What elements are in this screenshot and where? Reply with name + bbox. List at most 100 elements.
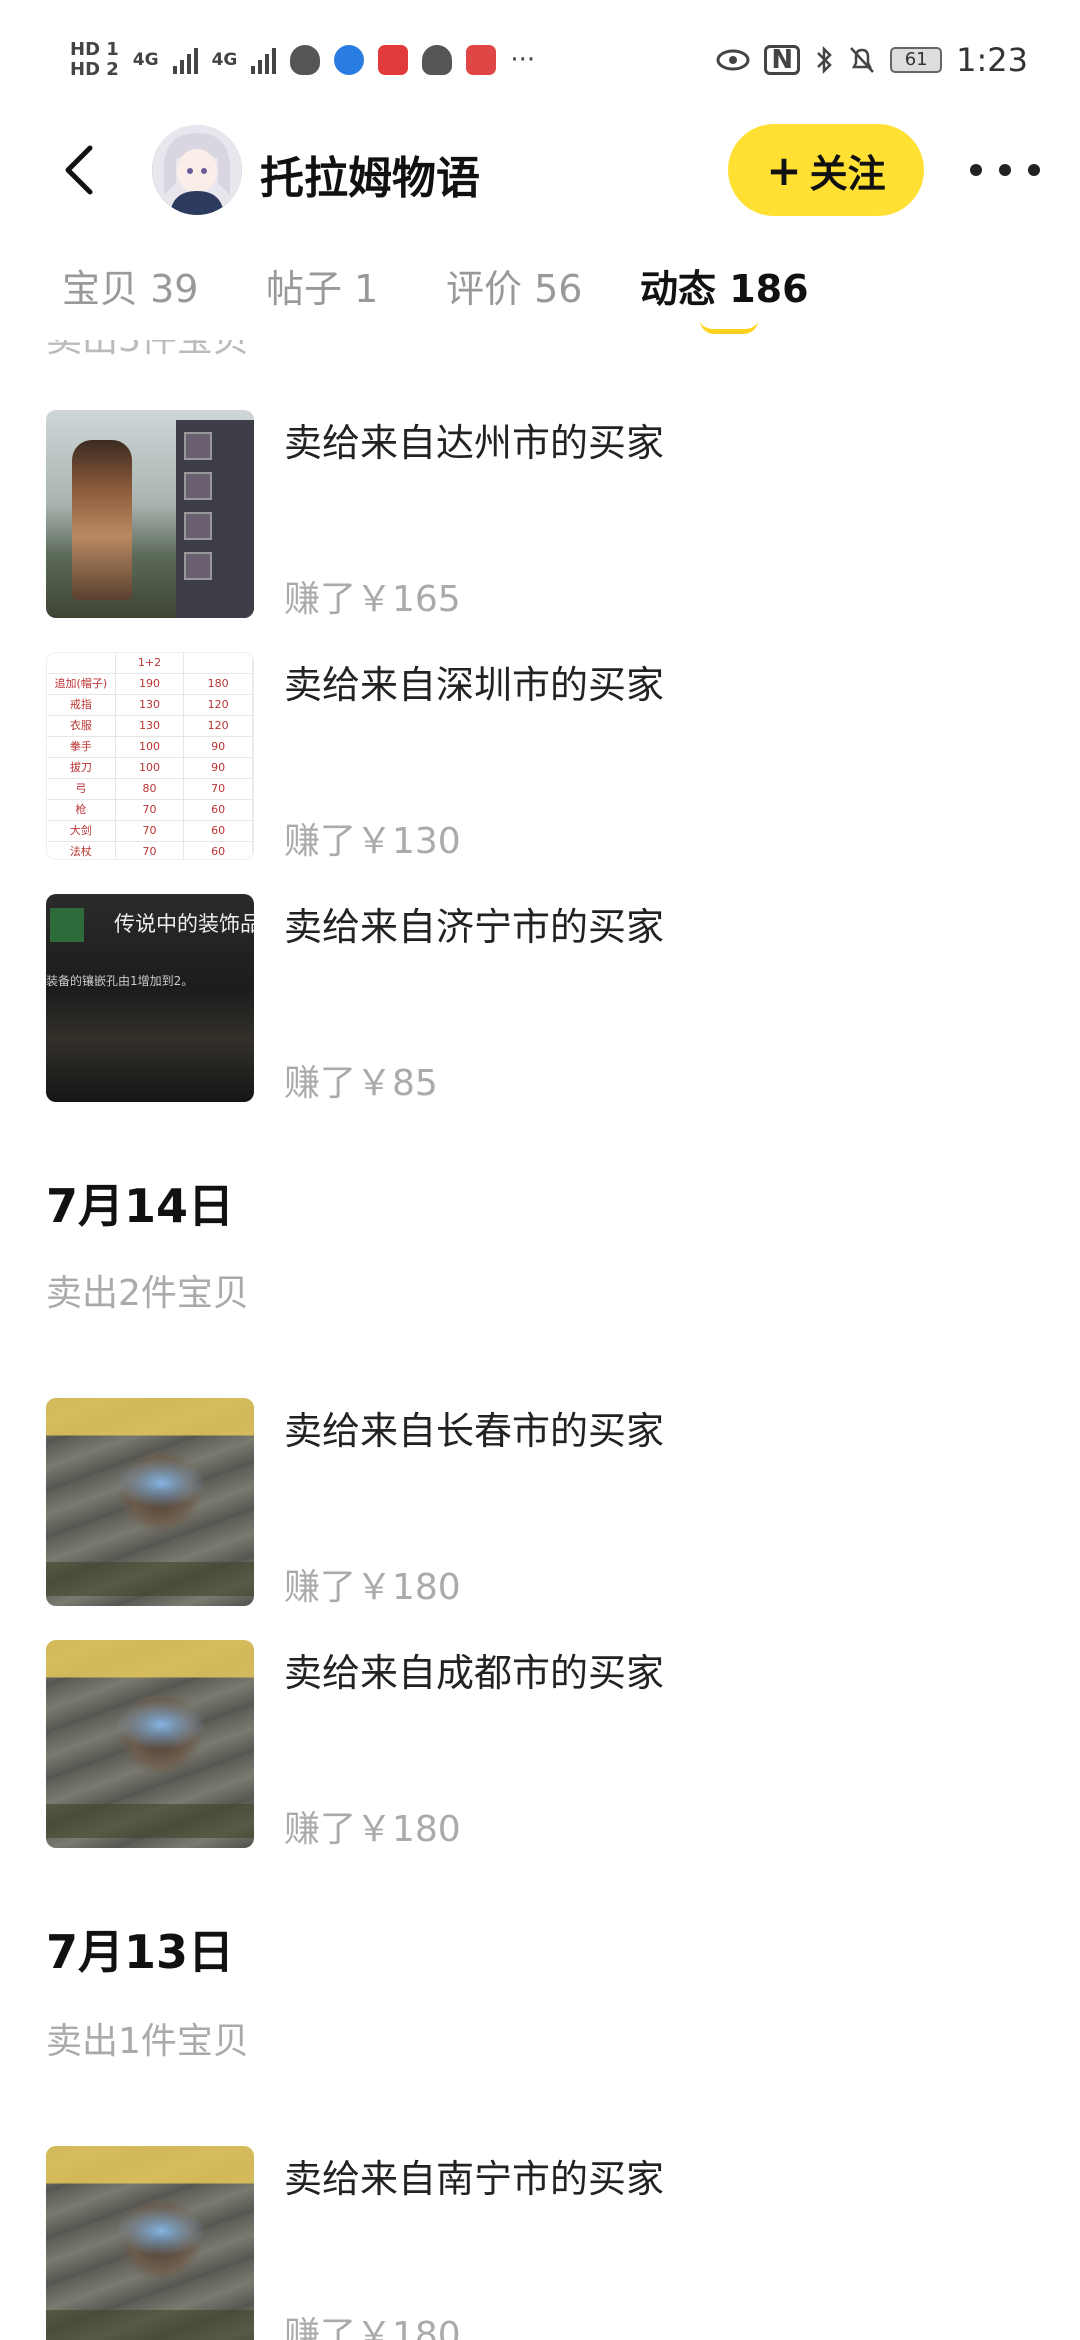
dot-icon: [1028, 164, 1040, 176]
list-item[interactable]: 卖给来自达州市的买家 赚了￥165: [46, 410, 1036, 620]
table-cell: 80: [116, 779, 185, 799]
table-cell: 190: [116, 674, 185, 694]
hd-indicator: HD 1 HD 2: [70, 40, 119, 80]
table-cell: 60: [184, 800, 253, 820]
date-header: 7月13日: [46, 1925, 235, 1979]
book-icon: [466, 45, 497, 75]
more-options-button[interactable]: [970, 150, 1040, 190]
table-cell: [184, 653, 253, 673]
tooltip-title: 传说中的装饰品: [114, 912, 254, 936]
table-cell: 120: [184, 716, 253, 736]
tab-items[interactable]: 宝贝 39: [62, 258, 198, 313]
follow-button[interactable]: + 关注: [728, 124, 924, 216]
list-item[interactable]: 传说中的装饰品 装备的镶嵌孔由1增加到2。 卖给来自济宁市的买家 赚了￥85: [46, 894, 1036, 1104]
table-cell: 90: [184, 737, 253, 757]
table-cell: [47, 653, 116, 673]
signal-icon: [172, 46, 198, 74]
buyer-text: 卖给来自济宁市的买家: [284, 905, 665, 949]
inventory-panel: [176, 420, 254, 618]
earned-amount: 赚了￥180: [284, 2315, 461, 2340]
table-row: 追加(帽子) 190 180: [47, 674, 253, 695]
browser-icon: [334, 45, 365, 75]
follow-label: 关注: [809, 151, 886, 196]
sold-count: 卖出2件宝贝: [46, 1273, 249, 1314]
table-row: 1+2: [47, 653, 253, 674]
table-cell: 100: [116, 737, 185, 757]
list-item[interactable]: 卖给来自长春市的买家 赚了￥180: [46, 1398, 1036, 1608]
table-cell: 120: [184, 695, 253, 715]
mute-bell-icon: [850, 47, 875, 73]
gem-icon: [50, 908, 84, 942]
activity-feed[interactable]: 卖出3件宝贝 卖给来自达州市的买家 赚了￥165 1+2追加(帽子)190180…: [0, 340, 1080, 2340]
earned-amount: 赚了￥165: [284, 579, 461, 620]
nfc-icon: N: [764, 45, 801, 75]
table-row: 衣服 130 120: [47, 716, 253, 737]
tab-posts[interactable]: 帖子 1: [266, 258, 378, 313]
table-row: 法杖 70 60: [47, 842, 253, 859]
table-cell: 枪: [47, 800, 116, 820]
dot-icon: [999, 164, 1011, 176]
eye-icon: [716, 49, 750, 71]
shop-tabs: 宝贝 39 帖子 1 评价 56 动态 186: [0, 240, 1080, 340]
earned-amount: 赚了￥180: [284, 1567, 461, 1608]
table-cell: 100: [116, 758, 185, 778]
earned-amount: 赚了￥85: [284, 1063, 438, 1104]
hd2-label: HD 2: [70, 59, 119, 80]
table-cell: 拔刀: [47, 758, 116, 778]
table-cell: 拳手: [47, 737, 116, 757]
table-cell: 衣服: [47, 716, 116, 736]
buyer-text: 卖给来自深圳市的买家: [284, 663, 665, 707]
dot-icon: [970, 164, 982, 176]
shop-avatar[interactable]: [152, 125, 242, 215]
table-row: 拳手 100 90: [47, 737, 253, 758]
character-figure: [72, 440, 132, 600]
table-row: 拔刀 100 90: [47, 758, 253, 779]
table-cell: 70: [116, 842, 185, 859]
earned-amount: 赚了￥130: [284, 821, 461, 862]
network-type-1: 4G: [132, 50, 159, 70]
more-notifications-icon: ···: [510, 45, 536, 75]
table-cell: 180: [184, 674, 253, 694]
network-type-2: 4G: [211, 50, 238, 70]
table-cell: 130: [116, 716, 185, 736]
anime-avatar-icon: [152, 125, 242, 215]
status-left: HD 1 HD 2 4G 4G ···: [70, 40, 535, 80]
table-cell: 大剑: [47, 821, 116, 841]
tab-reviews[interactable]: 评价 56: [446, 258, 582, 313]
table-cell: 70: [116, 821, 185, 841]
table-cell: 90: [184, 758, 253, 778]
item-thumbnail: 1+2 追加(帽子) 190 180 戒指 130 120 衣服 130 120 拳手 100 90 拔刀…: [46, 652, 254, 860]
buyer-text: 卖给来自长春市的买家: [284, 1409, 665, 1453]
clock: 1:23: [956, 41, 1028, 79]
table-row: 枪 70 60: [47, 800, 253, 821]
table-cell: 60: [184, 842, 253, 859]
table-cell: 追加(帽子): [47, 674, 116, 694]
table-cell: 弓: [47, 779, 116, 799]
list-item[interactable]: 卖给来自成都市的买家 赚了￥180: [46, 1640, 1036, 1850]
cloud-icon: [422, 45, 453, 75]
date-header: 7月14日: [46, 1179, 235, 1233]
back-button[interactable]: [52, 140, 112, 200]
status-right: N 61 1:23: [716, 41, 1028, 79]
table-row: 大剑 70 60: [47, 821, 253, 842]
table-row: 弓 80 70: [47, 779, 253, 800]
tab-activity[interactable]: 动态 186: [640, 258, 809, 313]
huawei-store-icon: [378, 45, 409, 75]
item-thumbnail: [46, 1640, 254, 1848]
sold-count-partial: 卖出3件宝贝: [46, 340, 249, 362]
buyer-text: 卖给来自达州市的买家: [284, 421, 665, 465]
table-cell: 戒指: [47, 695, 116, 715]
back-arrow-icon: [65, 145, 93, 195]
signal-icon-2: [251, 46, 277, 74]
table-cell: 130: [116, 695, 185, 715]
table-cell: 1+2: [116, 653, 185, 673]
shop-header: 托拉姆物语 + 关注: [0, 120, 1080, 220]
item-thumbnail: 传说中的装饰品 装备的镶嵌孔由1增加到2。: [46, 894, 254, 1102]
list-item[interactable]: 卖给来自南宁市的买家 赚了￥180: [46, 2146, 1036, 2340]
table-cell: 70: [184, 779, 253, 799]
buyer-text: 卖给来自成都市的买家: [284, 1651, 665, 1695]
list-item[interactable]: 1+2 追加(帽子) 190 180 戒指 130 120 衣服 130 120 拳手 100 90 拔刀…: [46, 652, 1036, 862]
item-thumbnail: [46, 1398, 254, 1606]
shop-name: 托拉姆物语: [260, 153, 480, 204]
buyer-text: 卖给来自南宁市的买家: [284, 2157, 665, 2201]
